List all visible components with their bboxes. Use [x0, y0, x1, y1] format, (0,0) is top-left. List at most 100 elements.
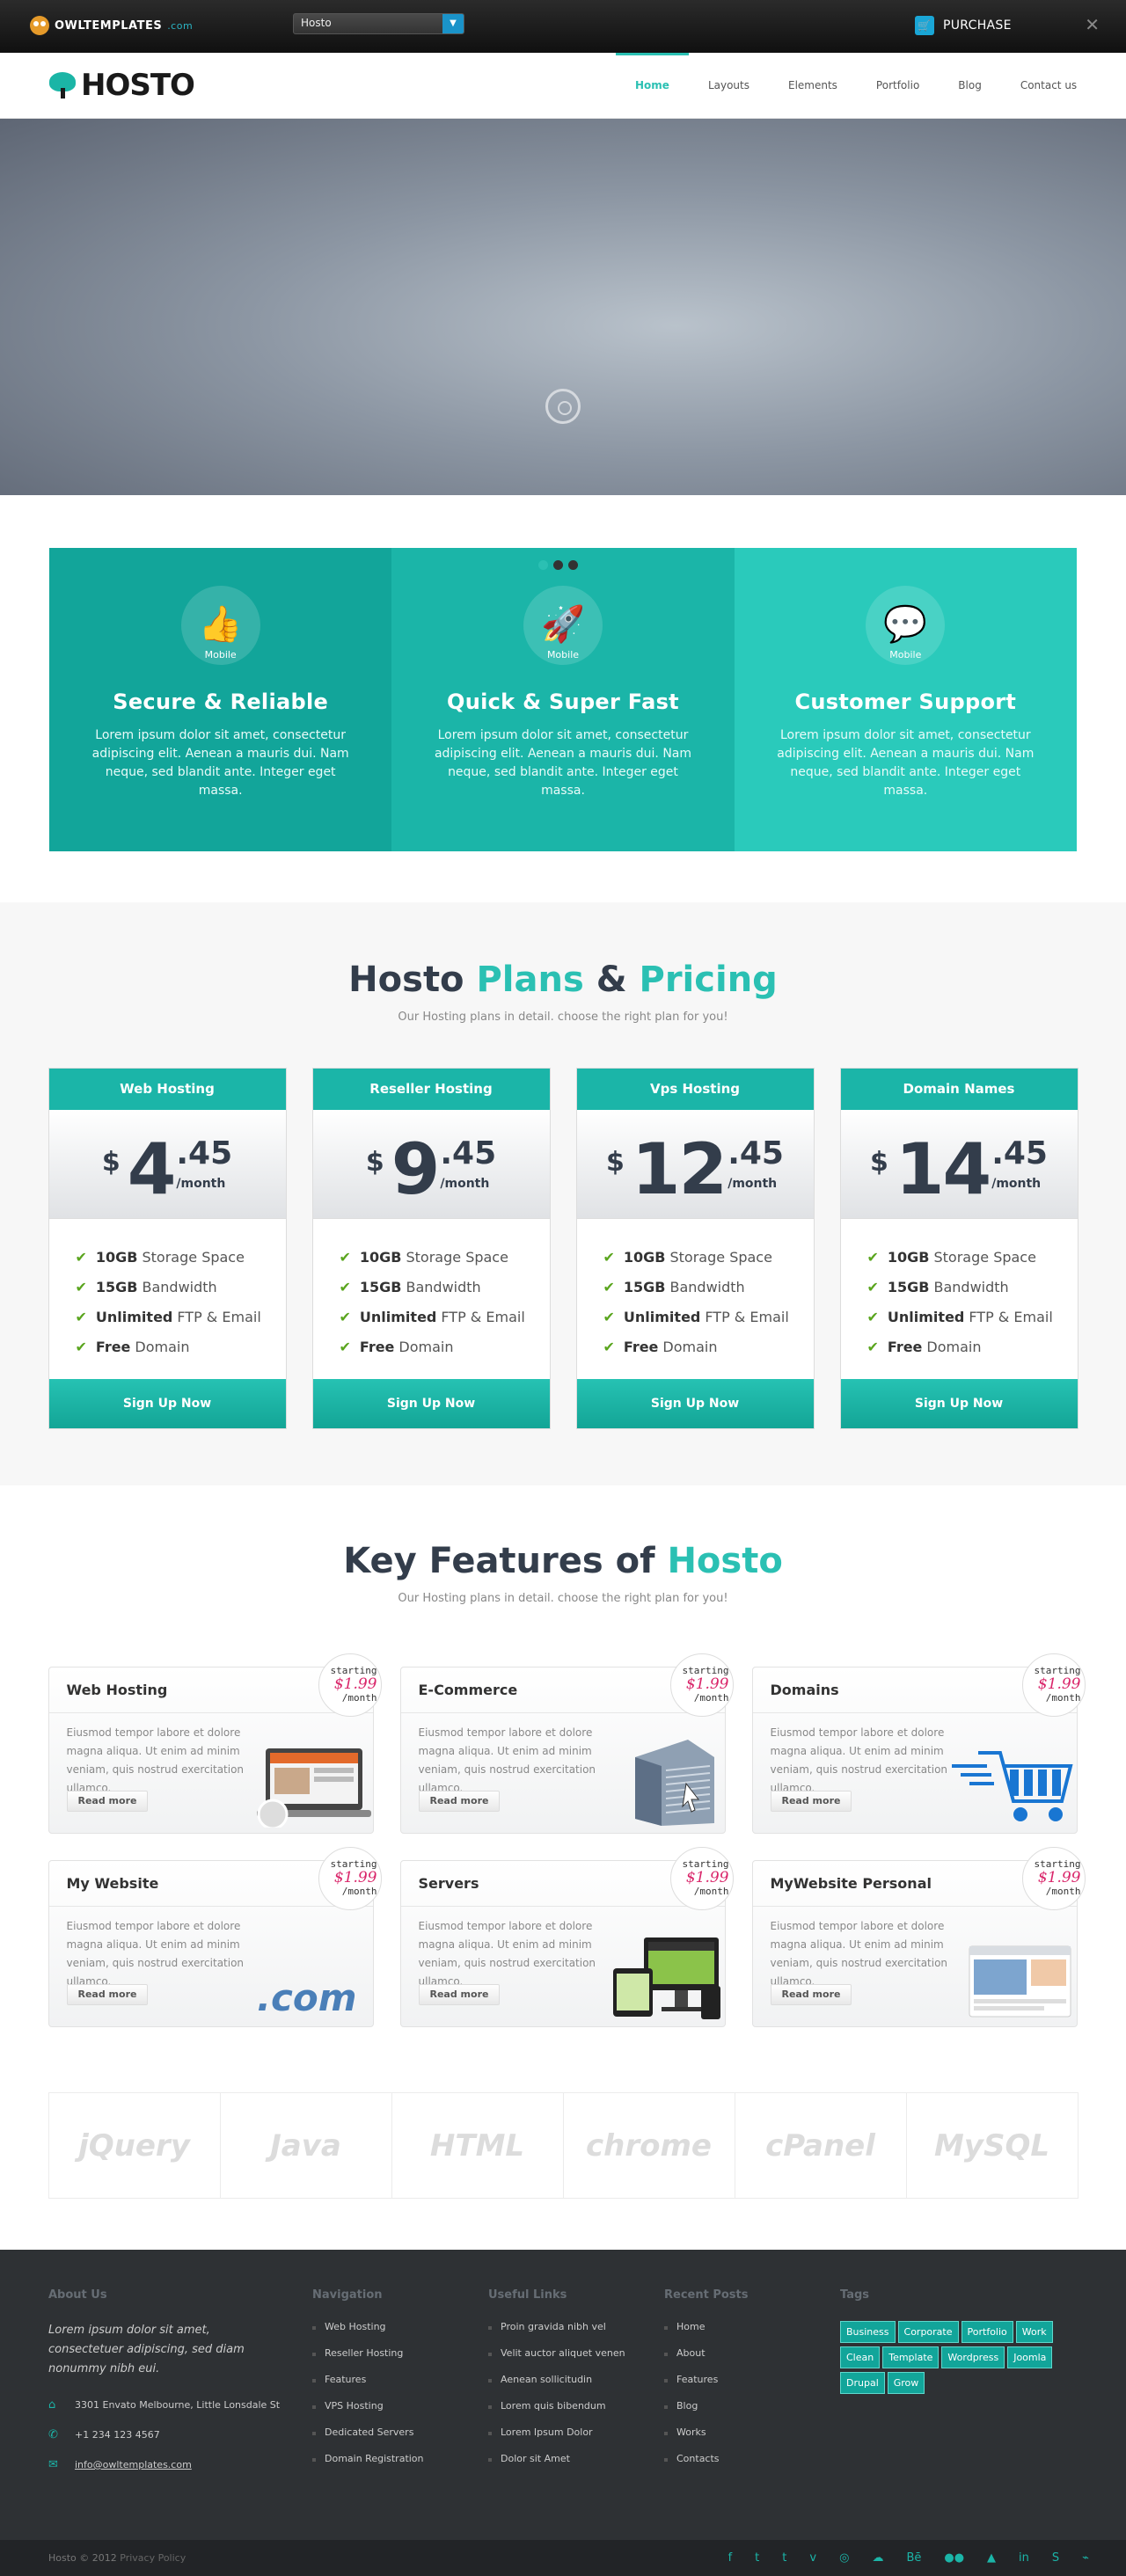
linkedin-icon[interactable]: in	[1019, 2551, 1029, 2565]
footer-link[interactable]: Lorem Ipsum Dolor	[488, 2426, 625, 2453]
nav-blog[interactable]: Blog	[939, 53, 1001, 118]
dribbble-icon[interactable]: ◎	[839, 2551, 849, 2565]
twitter-icon[interactable]: t	[755, 2551, 759, 2565]
check-icon: ✔	[866, 1308, 879, 1325]
nav-elements[interactable]: Elements	[769, 53, 857, 118]
footer-nav-item[interactable]: Features	[312, 2374, 424, 2400]
price-fraction: .45/month	[176, 1135, 232, 1191]
feature-tag: Mobile	[204, 649, 237, 660]
logo-text: HOSTO	[81, 68, 195, 103]
recent-post[interactable]: About	[664, 2347, 749, 2374]
feature-text: Lorem ipsum dolor sit amet, consectetur …	[777, 728, 1035, 798]
footer-nav-item[interactable]: Web Hosting	[312, 2321, 424, 2347]
tag[interactable]: Wordpress	[941, 2346, 1005, 2368]
privacy-link[interactable]: Privacy Policy	[120, 2552, 186, 2564]
hero-slider	[0, 119, 1126, 570]
footer-link[interactable]: Dolor sit Amet	[488, 2453, 625, 2479]
slider-dot[interactable]	[553, 560, 563, 570]
footer-link[interactable]: Lorem quis bibendum	[488, 2400, 625, 2426]
footer-nav-item[interactable]: Domain Registration	[312, 2453, 424, 2479]
footer-link[interactable]: Aenean sollicitudin	[488, 2374, 625, 2400]
footer-link[interactable]: Velit auctor aliquet venen	[488, 2347, 625, 2374]
feature-cards: Web Hosting Eiusmod tempor labore et dolo…	[48, 1653, 1086, 2027]
read-more-button[interactable]: Read more	[66, 1791, 149, 1812]
tag[interactable]: Corporate	[897, 2321, 959, 2343]
recent-post[interactable]: Works	[664, 2426, 749, 2453]
behance-icon[interactable]: Bē	[906, 2551, 921, 2565]
vimeo-icon[interactable]: v	[809, 2551, 816, 2565]
sign-up-button[interactable]: Sign Up Now	[840, 1379, 1078, 1428]
plan-features: ✔ 10GB Storage Space ✔ 15GB Bandwidth ✔ Unlimit…	[313, 1219, 550, 1370]
tag[interactable]: Joomla	[1007, 2346, 1053, 2368]
feature-box: 👍 Mobile Secure & Reliable Lorem ipsum dolo…	[49, 548, 392, 851]
feature-label: Storage Space	[933, 1248, 1036, 1266]
nav-layouts[interactable]: Layouts	[689, 53, 769, 118]
tag[interactable]: Grow	[887, 2372, 925, 2394]
price-integer: 12	[631, 1128, 728, 1210]
phone-icon: ✆	[48, 2428, 58, 2441]
hosto-logo[interactable]: HOSTO	[49, 68, 195, 103]
flickr-icon[interactable]: ●●	[944, 2551, 964, 2565]
recent-post[interactable]: Contacts	[664, 2453, 749, 2479]
facebook-icon[interactable]: f	[728, 2551, 733, 2565]
feature-text: Lorem ipsum dolor sit amet, consectetur …	[434, 728, 692, 798]
close-icon[interactable]: ✕	[1085, 14, 1100, 35]
tag[interactable]: Clean	[840, 2346, 881, 2368]
tag[interactable]: Template	[882, 2346, 940, 2368]
price-currency: $	[606, 1147, 625, 1178]
sign-up-button[interactable]: Sign Up Now	[576, 1379, 814, 1428]
nav-contact-us[interactable]: Contact us	[1001, 53, 1096, 118]
read-more-button[interactable]: Read more	[770, 1984, 852, 2005]
slider-dot[interactable]	[568, 560, 578, 570]
footer-nav-item[interactable]: Dedicated Servers	[312, 2426, 424, 2453]
tumblr-icon[interactable]: t	[782, 2551, 786, 2565]
feature-label: FTP & Email	[705, 1308, 789, 1325]
feature-title: Quick & Super Fast	[447, 690, 679, 714]
tag[interactable]: Portfolio	[961, 2321, 1013, 2343]
footer-link[interactable]: Proin gravida nibh vel	[488, 2321, 625, 2347]
tag[interactable]: Work	[1015, 2321, 1053, 2343]
feature-card: E-Commerce Eiusmod tempor labore et dolor…	[399, 1653, 734, 1834]
rss-icon[interactable]: ⌁	[1082, 2551, 1089, 2565]
tag[interactable]: Drupal	[840, 2372, 885, 2394]
chevron-down-icon[interactable]: ▼	[442, 14, 464, 33]
price-fraction: .45/month	[440, 1135, 496, 1191]
feature-title: Secure & Reliable	[113, 690, 329, 714]
read-more-button[interactable]: Read more	[418, 1791, 501, 1812]
nav-portfolio[interactable]: Portfolio	[857, 53, 939, 118]
read-more-button[interactable]: Read more	[418, 1984, 501, 2005]
owltemplates-logo[interactable]: OWLTEMPLATES .com	[30, 16, 193, 35]
footer-nav-item[interactable]: VPS Hosting	[312, 2400, 424, 2426]
feature-label: Domain	[662, 1338, 718, 1355]
slider-dot[interactable]	[538, 560, 548, 570]
recent-post[interactable]: Blog	[664, 2400, 749, 2426]
sign-up-button[interactable]: Sign Up Now	[48, 1379, 286, 1428]
theme-select[interactable]: Hosto ▼	[293, 13, 464, 34]
plan-feature: ✔ 15GB Bandwidth	[76, 1272, 286, 1302]
laptop-illustration	[248, 1740, 371, 1831]
read-more-button[interactable]: Read more	[66, 1984, 149, 2005]
nav-home[interactable]: Home	[616, 53, 689, 118]
price-cents: .45	[991, 1135, 1048, 1171]
feature-box: 💬 Mobile Customer Support Lorem ipsum dolor…	[734, 548, 1077, 851]
plan-feature: ✔ 10GB Storage Space	[340, 1242, 550, 1272]
skype-icon[interactable]: S	[1052, 2551, 1059, 2565]
feature-amount: Unlimited	[359, 1308, 437, 1325]
recent-post[interactable]: Home	[664, 2321, 749, 2347]
feature-box: 🚀 Mobile Quick & Super Fast Lorem ipsum dol…	[391, 548, 735, 851]
footer-nav-item[interactable]: Reseller Hosting	[312, 2347, 424, 2374]
price-currency: $	[365, 1147, 384, 1178]
recent-post[interactable]: Features	[664, 2374, 749, 2400]
footer-heading: About Us	[48, 2288, 107, 2302]
purchase-button[interactable]: 🛒 PURCHASE	[915, 16, 1012, 35]
brand-logo-mysql: MySQL	[933, 2127, 1050, 2164]
email-link[interactable]: info@owltemplates.com	[75, 2456, 192, 2474]
tag[interactable]: Business	[840, 2321, 896, 2343]
soundcloud-icon[interactable]: ☁	[872, 2551, 883, 2565]
sign-up-button[interactable]: Sign Up Now	[312, 1379, 550, 1428]
pricing-plans: Web Hosting $4.45/month ✔ 10GB Storage Space…	[48, 1068, 1078, 1429]
read-more-button[interactable]: Read more	[770, 1791, 852, 1812]
badge-price: $1.99	[685, 1869, 729, 1886]
forrst-icon[interactable]: ▲	[987, 2551, 996, 2565]
price-cents: .45	[176, 1135, 233, 1171]
